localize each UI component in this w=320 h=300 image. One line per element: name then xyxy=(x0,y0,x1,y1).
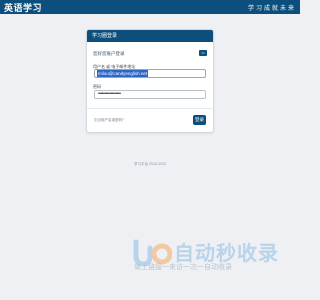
email-field-value: milou@candyenglish.net xyxy=(97,70,149,77)
login-card: 学习圈登录 您好您账户登录 ▭ 用户名 或 电子邮件地址 milou@candy… xyxy=(86,29,214,133)
top-bar: 英语学习 学习成就未来 xyxy=(0,0,300,14)
watermark-subtitle: 做上链接一来访一次一自动收录 xyxy=(134,264,232,271)
login-button[interactable]: 登录 xyxy=(193,115,206,125)
site-logo-text[interactable]: 英语学习 xyxy=(4,1,42,14)
site-slogan: 学习成就未来 xyxy=(247,6,296,12)
watermark: 自动秒收录 做上链接一来访一次一自动收录 xyxy=(132,232,282,280)
login-card-title: 学习圈登录 xyxy=(87,30,213,42)
email-field[interactable]: milou@candyenglish.net xyxy=(94,69,206,78)
account-greeting: 您好您账户登录 xyxy=(93,51,125,56)
forgot-password-link[interactable]: 忘记用户名或密码？ xyxy=(94,118,126,123)
card-divider xyxy=(87,108,213,109)
password-field[interactable]: •••••••••••••••••• xyxy=(94,90,206,99)
page-footer: 学习平台 2016-2023 xyxy=(134,162,166,166)
card-toggle-icon[interactable]: ▭ xyxy=(199,50,207,56)
